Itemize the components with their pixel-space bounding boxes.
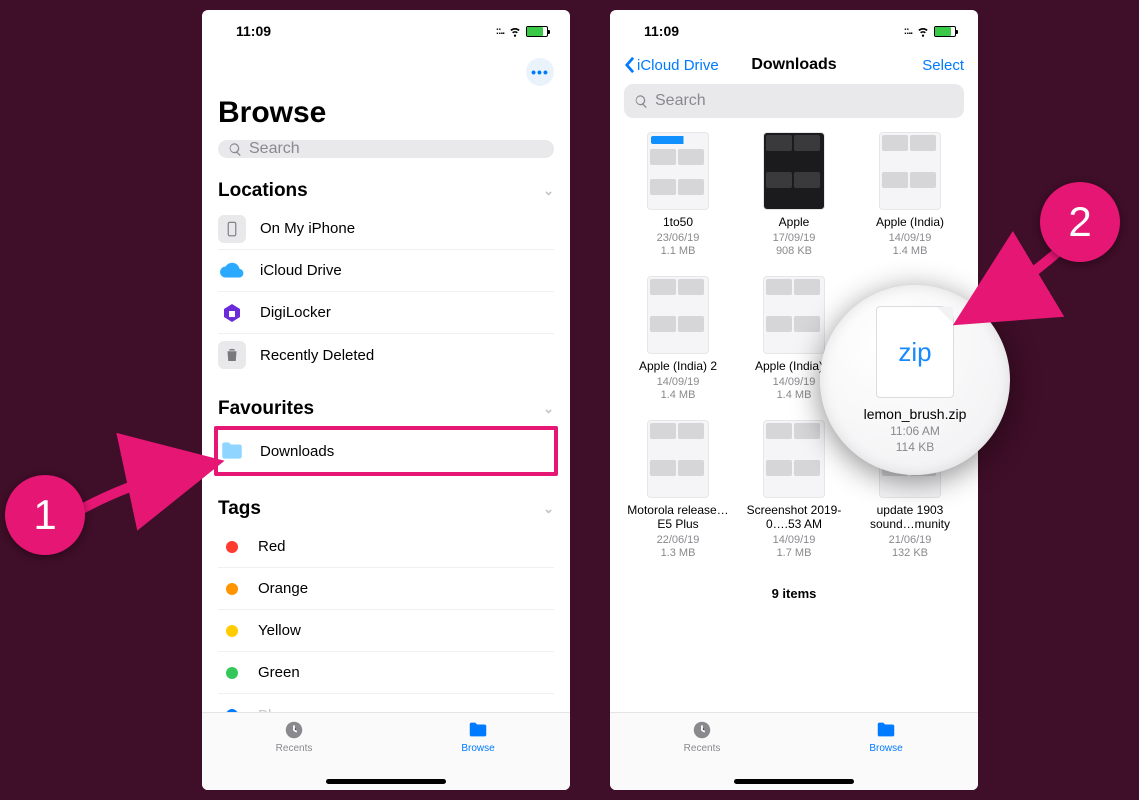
chevron-down-icon: ⌄: [543, 501, 554, 517]
section-header-tags[interactable]: Tags ⌄: [202, 476, 570, 526]
zip-file-time: 11:06 AM: [890, 424, 940, 438]
section-header-locations[interactable]: Locations ⌄: [202, 158, 570, 208]
select-button[interactable]: Select: [922, 57, 964, 74]
clock: 11:09: [236, 23, 271, 39]
annotation-arrow-2: [950, 245, 1070, 340]
locations-list: On My iPhone iCloud Drive DigiLocker Rec…: [202, 208, 570, 376]
digilocker-icon: [218, 299, 246, 327]
back-button[interactable]: iCloud Drive: [624, 56, 719, 74]
file-thumbnail: [763, 420, 825, 498]
nav-title: Downloads: [751, 56, 836, 74]
tag-red[interactable]: Red: [218, 526, 554, 568]
annotation-arrow-1: [75, 450, 225, 535]
tag-dot-icon: [226, 667, 238, 679]
chevron-down-icon: ⌄: [543, 183, 554, 199]
device-icon: [218, 215, 246, 243]
chevron-down-icon: ⌄: [543, 401, 554, 417]
more-menu-button[interactable]: •••: [526, 58, 554, 86]
chevron-left-icon: [624, 56, 635, 74]
item-count: 9 items: [610, 586, 978, 601]
wifi-icon: [916, 24, 930, 38]
tag-dot-icon: [226, 625, 238, 637]
clock-icon: [690, 719, 714, 741]
status-bar: 11:09 ::..: [610, 10, 978, 52]
file-item[interactable]: 1to50 23/06/191.1 MB: [622, 132, 734, 258]
file-item[interactable]: Screenshot 2019-0….53 AM 14/09/191.7 MB: [738, 420, 850, 560]
file-thumbnail: [647, 132, 709, 210]
page-title: Browse: [202, 86, 570, 140]
search-placeholder: Search: [655, 92, 706, 110]
search-icon: [634, 94, 649, 109]
signal-icon: ::..: [904, 26, 912, 37]
file-item[interactable]: Apple (India) 14/09/191.4 MB: [854, 132, 966, 258]
tag-dot-icon: [226, 583, 238, 595]
status-bar: 11:09 ::..: [202, 10, 570, 52]
favourites-list: Downloads: [202, 426, 570, 476]
file-thumbnail: [879, 132, 941, 210]
search-placeholder: Search: [249, 140, 300, 158]
clock: 11:09: [644, 23, 679, 39]
folder-icon: [874, 719, 898, 741]
trash-icon: [218, 341, 246, 369]
nav-bar: iCloud Drive Downloads Select: [610, 52, 978, 80]
zip-file-size: 114 KB: [896, 440, 934, 454]
file-thumbnail: [763, 132, 825, 210]
folder-icon: [466, 719, 490, 741]
battery-icon: [526, 26, 548, 37]
annotation-step-1: 1: [5, 475, 85, 555]
file-item[interactable]: Apple 17/09/19908 KB: [738, 132, 850, 258]
file-thumbnail: [763, 276, 825, 354]
status-icons: ::..: [904, 24, 956, 38]
home-indicator[interactable]: [326, 779, 446, 784]
cloud-icon: [218, 257, 246, 285]
signal-icon: ::..: [496, 26, 504, 37]
file-item[interactable]: Apple (India) 2 14/09/191.4 MB: [622, 276, 734, 402]
zip-file-name: lemon_brush.zip: [864, 406, 967, 422]
clock-icon: [282, 719, 306, 741]
status-icons: ::..: [496, 24, 548, 38]
battery-icon: [934, 26, 956, 37]
file-thumbnail: [647, 276, 709, 354]
annotation-step-2: 2: [1040, 182, 1120, 262]
location-on-my-iphone[interactable]: On My iPhone: [218, 208, 554, 250]
wifi-icon: [508, 24, 522, 38]
screenshot-browse-screen: 11:09 ::.. ••• Browse Search Locations ⌄…: [202, 10, 570, 790]
home-indicator[interactable]: [734, 779, 854, 784]
tag-blue[interactable]: Blue: [218, 694, 554, 712]
favourite-downloads[interactable]: Downloads: [214, 426, 558, 476]
file-thumbnail: [647, 420, 709, 498]
location-digilocker[interactable]: DigiLocker: [218, 292, 554, 334]
search-input[interactable]: Search: [624, 84, 964, 118]
zip-file-icon: zip: [876, 306, 954, 398]
search-icon: [228, 142, 243, 157]
tag-green[interactable]: Green: [218, 652, 554, 694]
location-icloud-drive[interactable]: iCloud Drive: [218, 250, 554, 292]
file-item[interactable]: Motorola release…E5 Plus 22/06/191.3 MB: [622, 420, 734, 560]
search-input[interactable]: Search: [218, 140, 554, 158]
tags-list: Red Orange Yellow Green Blue: [202, 526, 570, 712]
tag-orange[interactable]: Orange: [218, 568, 554, 610]
section-header-favourites[interactable]: Favourites ⌄: [202, 376, 570, 426]
tag-dot-icon: [226, 541, 238, 553]
location-recently-deleted[interactable]: Recently Deleted: [218, 334, 554, 376]
tag-yellow[interactable]: Yellow: [218, 610, 554, 652]
